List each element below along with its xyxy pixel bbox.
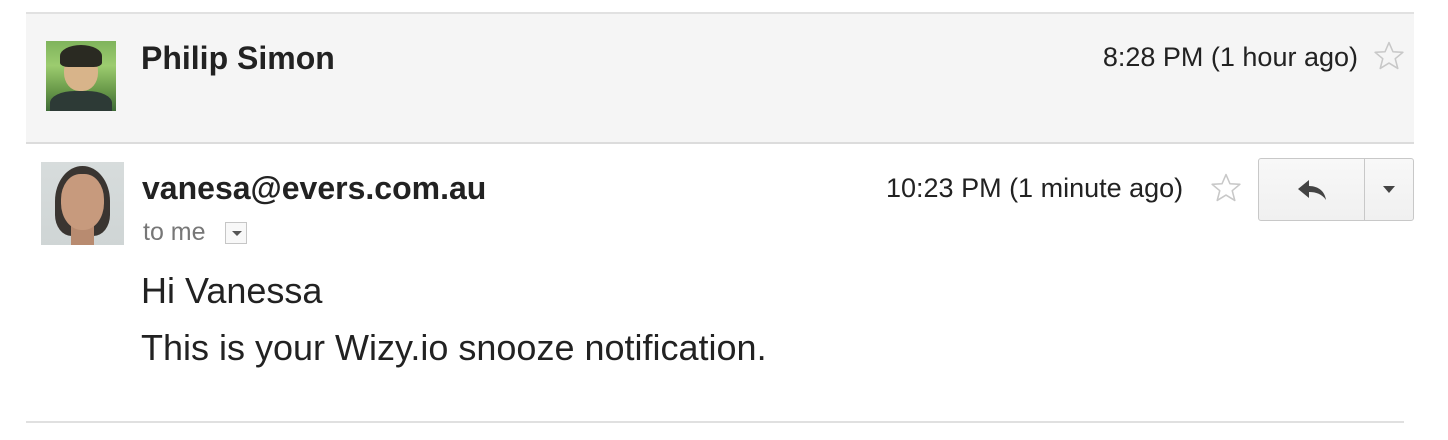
recipient-label: to me <box>143 218 206 246</box>
collapsed-message[interactable]: Philip Simon 8:28 PM (1 hour ago) <box>26 12 1414 144</box>
message-body-greeting: Hi Vanessa <box>141 270 323 311</box>
sender-name: Philip Simon <box>141 40 335 76</box>
sender-email: vanesa@evers.com.au <box>142 170 487 206</box>
reply-arrow-icon <box>1297 179 1326 200</box>
star-icon[interactable] <box>1372 39 1406 73</box>
star-icon[interactable] <box>1209 171 1243 205</box>
chevron-down-icon <box>1383 186 1395 193</box>
message-timestamp: 10:23 PM (1 minute ago) <box>886 173 1184 203</box>
more-options-button[interactable] <box>1365 159 1413 220</box>
email-thread: Philip Simon 8:28 PM (1 hour ago) vanesa… <box>0 0 1448 440</box>
details-dropdown-icon[interactable] <box>225 222 247 244</box>
reply-button[interactable] <box>1259 159 1365 220</box>
divider <box>26 421 1404 423</box>
sender-avatar <box>46 41 116 111</box>
reply-button-group <box>1258 158 1414 221</box>
sender-avatar <box>41 162 124 245</box>
message-timestamp: 8:28 PM (1 hour ago) <box>1102 42 1358 72</box>
message-body-text: This is your Wizy.io snooze notification… <box>141 327 767 368</box>
